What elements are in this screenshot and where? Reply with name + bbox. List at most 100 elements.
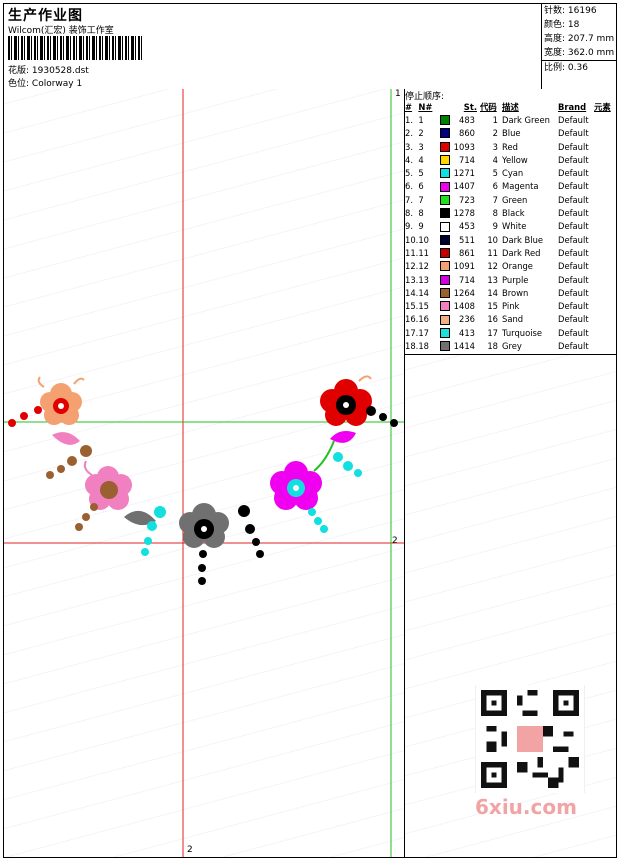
center-flower	[179, 503, 229, 548]
color-swatch-cell	[440, 246, 452, 259]
cell-desc: Brown	[502, 287, 529, 298]
barcode	[8, 36, 143, 60]
cell-code: 15	[487, 301, 498, 312]
cell-nn: 14	[418, 287, 429, 298]
cell-st: 1093	[453, 141, 475, 152]
cell-st: 1271	[453, 168, 475, 179]
design-label: 花版:	[8, 66, 30, 76]
cell-n: 18.	[405, 340, 419, 351]
cell-code: 8	[492, 208, 498, 219]
cell-desc: Pink	[502, 301, 520, 312]
axis-label-2-bottom: 2	[187, 845, 193, 855]
color-swatch-cell	[440, 286, 452, 299]
cell-brand: Default	[558, 340, 589, 351]
design-value: 1930528.dst	[31, 66, 89, 76]
cell-desc: Grey	[502, 340, 522, 351]
cell-desc: Dark Red	[502, 247, 541, 258]
stop-rows: 1. 1 483 1 Dark Green Default 2. 2 860 2 Blue Defau…	[405, 113, 616, 352]
cell-brand: Default	[558, 181, 589, 192]
colorway-value: Colorway 1	[31, 79, 83, 89]
cell-element	[594, 313, 616, 326]
cell-n: 12.	[405, 261, 419, 272]
cell-brand: Default	[558, 114, 589, 125]
color-swatch	[440, 288, 451, 299]
cell-st: 714	[459, 154, 475, 165]
cell-element	[594, 113, 616, 126]
cell-desc: Dark Blue	[502, 234, 544, 245]
col-header: St.	[463, 101, 477, 112]
cell-brand: Default	[558, 168, 589, 179]
cell-desc: Purple	[502, 274, 529, 285]
cell-nn: 6	[418, 181, 424, 192]
cell-desc: Blue	[502, 128, 521, 139]
cell-element	[594, 220, 616, 233]
color-swatch	[440, 314, 451, 325]
axis-label-2-right: 2	[392, 536, 398, 546]
color-swatch-cell	[440, 233, 452, 246]
col-header: N#	[418, 101, 433, 112]
cell-code: 14	[487, 287, 498, 298]
cell-st: 511	[459, 234, 475, 245]
colorway-line: 色位: Colorway 1	[8, 76, 82, 89]
color-swatch	[440, 341, 451, 352]
cell-code: 2	[492, 128, 498, 139]
table-row: 6. 6 1407 6 Magenta Default	[405, 180, 616, 193]
cell-n: 10.	[405, 234, 419, 245]
cell-nn: 1	[418, 114, 424, 125]
color-swatch	[440, 155, 451, 166]
design-line: 花版: 1930528.dst	[8, 63, 89, 76]
cell-st: 236	[459, 314, 475, 325]
cell-n: 17.	[405, 327, 419, 338]
cell-n: 9.	[405, 221, 413, 232]
green-stem-right	[313, 440, 335, 472]
cell-st: 1414	[453, 340, 475, 351]
color-swatch-cell	[440, 339, 452, 352]
cell-n: 3.	[405, 141, 413, 152]
cell-code: 9	[492, 221, 498, 232]
cell-code: 18	[487, 340, 498, 351]
stat-value: 18	[567, 20, 580, 30]
cell-element	[594, 140, 616, 153]
color-swatch-cell	[440, 273, 452, 286]
cell-element	[594, 193, 616, 206]
cell-brand: Default	[558, 301, 589, 312]
cell-nn: 9	[418, 221, 424, 232]
cell-nn: 10	[418, 234, 429, 245]
cell-nn: 13	[418, 274, 429, 285]
cell-n: 5.	[405, 168, 413, 179]
cell-n: 2.	[405, 128, 413, 139]
cell-code: 13	[487, 274, 498, 285]
cell-brand: Default	[558, 247, 589, 258]
color-swatch	[440, 181, 451, 192]
cell-st: 1091	[453, 261, 475, 272]
cell-element	[594, 166, 616, 179]
cell-element	[594, 153, 616, 166]
color-swatch	[440, 194, 451, 205]
cell-element	[594, 127, 616, 140]
cell-n: 1.	[405, 114, 413, 125]
color-swatch-cell	[440, 299, 452, 312]
color-swatch-cell	[440, 166, 452, 179]
color-swatch	[440, 221, 451, 232]
table-row: 7. 7 723 7 Green Default	[405, 193, 616, 206]
color-swatch	[440, 208, 451, 219]
col-header: 描述	[502, 101, 519, 112]
red-flower-right	[320, 375, 372, 426]
cell-desc: Orange	[502, 261, 533, 272]
cell-nn: 2	[418, 128, 424, 139]
cell-code: 10	[487, 234, 498, 245]
cell-code: 3	[492, 141, 498, 152]
cell-brand: Default	[558, 314, 589, 325]
stat-label: 高度:	[544, 34, 566, 44]
cell-desc: Sand	[502, 314, 524, 325]
cell-nn: 17	[418, 327, 429, 338]
brown-dots-left-lower	[75, 503, 98, 531]
cell-code: 6	[492, 181, 498, 192]
cell-st: 861	[459, 247, 475, 258]
color-swatch	[440, 115, 451, 126]
cell-desc: White	[502, 221, 527, 232]
design-canvas[interactable]: 1 2 2	[4, 89, 405, 857]
cell-nn: 4	[418, 154, 424, 165]
watermark-brand: 6xiu.com	[475, 795, 577, 819]
cell-element	[594, 260, 616, 273]
